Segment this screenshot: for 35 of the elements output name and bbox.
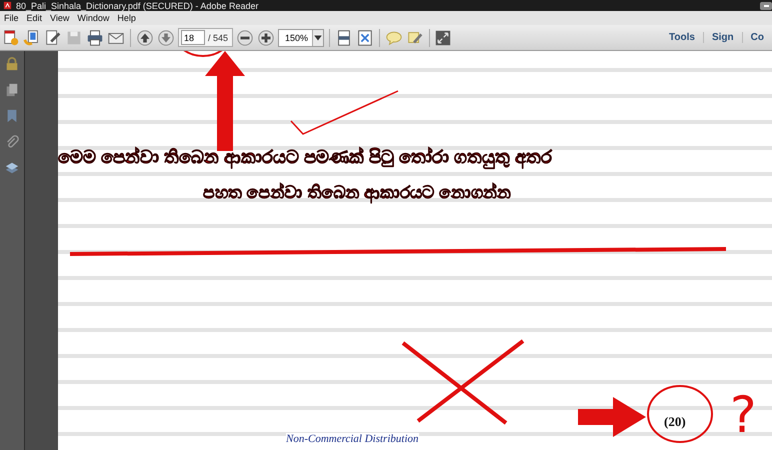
layers-icon[interactable] — [5, 161, 19, 175]
page-number-label: (20) — [664, 414, 686, 430]
pdf-icon — [3, 1, 12, 10]
combine-files-icon[interactable] — [23, 28, 41, 46]
menu-item[interactable]: Edit — [26, 13, 42, 23]
full-width-icon[interactable] — [356, 28, 374, 46]
menu-item[interactable]: File — [4, 13, 19, 23]
paperclip-icon[interactable] — [5, 135, 19, 149]
zoom-out-icon[interactable] — [236, 28, 254, 46]
next-page-icon[interactable] — [157, 28, 175, 46]
toolbar-button[interactable]: Co — [742, 32, 772, 43]
toolbar-button[interactable]: Sign — [702, 32, 742, 43]
pages-icon[interactable] — [5, 83, 19, 97]
menu-item[interactable]: View — [50, 13, 70, 23]
annotation-caption: පහත පෙන්වා තිබෙන ආකාරයට නොගන්න — [203, 183, 511, 203]
toolbar-button[interactable]: Tools — [661, 32, 703, 43]
page-footer-text: Non-Commercial Distribution — [286, 433, 419, 445]
edit-document-icon[interactable] — [44, 28, 62, 46]
caret-icon — [312, 30, 324, 46]
minimize-button[interactable] — [760, 2, 772, 10]
window-title: 80_Pali_Sinhala_Dictionary.pdf (SECURED) - Adobe Reader — [16, 0, 260, 10]
right-arrow-annotation — [578, 397, 646, 437]
zoom-dropdown[interactable]: 150% — [278, 28, 324, 46]
lock-icon[interactable] — [5, 57, 19, 71]
menu-item[interactable]: Help — [117, 13, 136, 23]
print-icon[interactable] — [86, 28, 104, 46]
expand-icon[interactable] — [435, 30, 452, 46]
annotation-caption: මෙම පෙන්වා තිබෙන ආකාරයට පමණක් පිටු තෝරා ගතයුතු අතර — [58, 147, 552, 168]
page-number-field[interactable]: 18 — [181, 30, 205, 45]
page-count: / 545 — [208, 32, 228, 42]
menu-item[interactable]: Window — [77, 13, 110, 23]
create-icon[interactable] — [2, 28, 20, 46]
question-mark-annotation: ? — [730, 386, 757, 444]
previous-page-icon[interactable] — [136, 28, 154, 46]
zoom-in-icon[interactable] — [257, 28, 276, 46]
